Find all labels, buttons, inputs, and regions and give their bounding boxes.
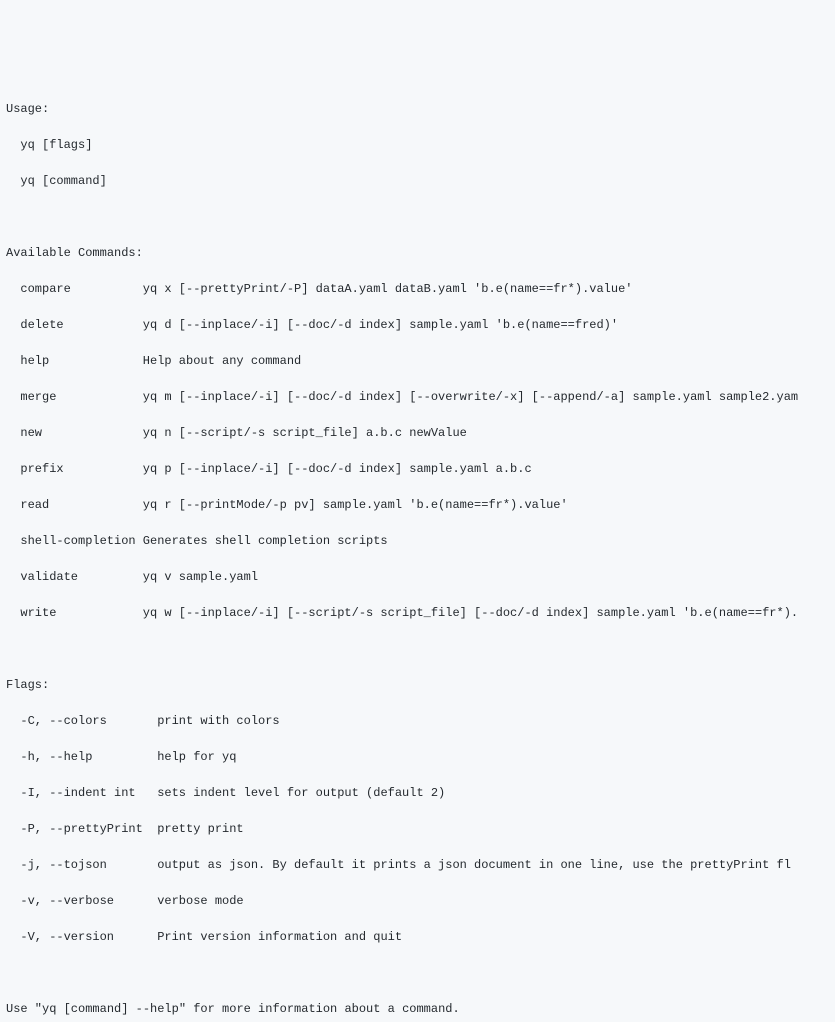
flag-row: -j, --tojsonoutput as json. By default i… bbox=[6, 856, 829, 874]
command-row: helpHelp about any command bbox=[6, 352, 829, 370]
command-desc: yq v sample.yaml bbox=[143, 568, 258, 586]
flag-name: -P, --prettyPrint bbox=[20, 820, 157, 838]
flag-desc: print with colors bbox=[157, 712, 279, 730]
flag-desc: pretty print bbox=[157, 820, 243, 838]
footer-text: Use "yq [command] --help" for more infor… bbox=[6, 1000, 829, 1018]
command-name: write bbox=[20, 604, 142, 622]
flag-desc: sets indent level for output (default 2) bbox=[157, 784, 445, 802]
flag-row: -v, --verboseverbose mode bbox=[6, 892, 829, 910]
command-row: writeyq w [--inplace/-i] [--script/-s sc… bbox=[6, 604, 829, 622]
flag-name: -C, --colors bbox=[20, 712, 157, 730]
command-name: shell-completion bbox=[20, 532, 142, 550]
command-row: mergeyq m [--inplace/-i] [--doc/-d index… bbox=[6, 388, 829, 406]
flag-row: -C, --colorsprint with colors bbox=[6, 712, 829, 730]
flag-name: -j, --tojson bbox=[20, 856, 157, 874]
usage-line: yq [command] bbox=[6, 172, 829, 190]
flags-header: Flags: bbox=[6, 676, 829, 694]
flag-row: -h, --helphelp for yq bbox=[6, 748, 829, 766]
command-name: validate bbox=[20, 568, 142, 586]
usage-line: yq [flags] bbox=[6, 136, 829, 154]
command-desc: Generates shell completion scripts bbox=[143, 532, 388, 550]
flag-row: -I, --indent intsets indent level for ou… bbox=[6, 784, 829, 802]
blank-line bbox=[6, 640, 829, 658]
command-name: merge bbox=[20, 388, 142, 406]
command-row: prefixyq p [--inplace/-i] [--doc/-d inde… bbox=[6, 460, 829, 478]
command-name: compare bbox=[20, 280, 142, 298]
flag-desc: Print version information and quit bbox=[157, 928, 402, 946]
command-desc: yq x [--prettyPrint/-P] dataA.yaml dataB… bbox=[143, 280, 633, 298]
command-row: shell-completionGenerates shell completi… bbox=[6, 532, 829, 550]
flag-row: -V, --versionPrint version information a… bbox=[6, 928, 829, 946]
command-row: compareyq x [--prettyPrint/-P] dataA.yam… bbox=[6, 280, 829, 298]
command-desc: yq d [--inplace/-i] [--doc/-d index] sam… bbox=[143, 316, 618, 334]
flag-desc: output as json. By default it prints a j… bbox=[157, 856, 791, 874]
cli-help-output: Usage: yq [flags] yq [command] Available… bbox=[6, 82, 829, 1022]
command-name: delete bbox=[20, 316, 142, 334]
flag-desc: verbose mode bbox=[157, 892, 243, 910]
command-desc: yq m [--inplace/-i] [--doc/-d index] [--… bbox=[143, 388, 798, 406]
flag-desc: help for yq bbox=[157, 748, 236, 766]
command-desc: yq w [--inplace/-i] [--script/-s script_… bbox=[143, 604, 798, 622]
command-row: validateyq v sample.yaml bbox=[6, 568, 829, 586]
flag-row: -P, --prettyPrintpretty print bbox=[6, 820, 829, 838]
blank-line bbox=[6, 964, 829, 982]
command-row: newyq n [--script/-s script_file] a.b.c … bbox=[6, 424, 829, 442]
command-name: new bbox=[20, 424, 142, 442]
command-row: deleteyq d [--inplace/-i] [--doc/-d inde… bbox=[6, 316, 829, 334]
command-name: help bbox=[20, 352, 142, 370]
command-desc: yq r [--printMode/-p pv] sample.yaml 'b.… bbox=[143, 496, 568, 514]
flag-name: -h, --help bbox=[20, 748, 157, 766]
command-row: readyq r [--printMode/-p pv] sample.yaml… bbox=[6, 496, 829, 514]
commands-header: Available Commands: bbox=[6, 244, 829, 262]
flag-name: -v, --verbose bbox=[20, 892, 157, 910]
command-desc: yq n [--script/-s script_file] a.b.c new… bbox=[143, 424, 467, 442]
flag-name: -I, --indent int bbox=[20, 784, 157, 802]
usage-header: Usage: bbox=[6, 100, 829, 118]
command-name: prefix bbox=[20, 460, 142, 478]
command-desc: Help about any command bbox=[143, 352, 301, 370]
command-desc: yq p [--inplace/-i] [--doc/-d index] sam… bbox=[143, 460, 532, 478]
flag-name: -V, --version bbox=[20, 928, 157, 946]
command-name: read bbox=[20, 496, 142, 514]
blank-line bbox=[6, 208, 829, 226]
